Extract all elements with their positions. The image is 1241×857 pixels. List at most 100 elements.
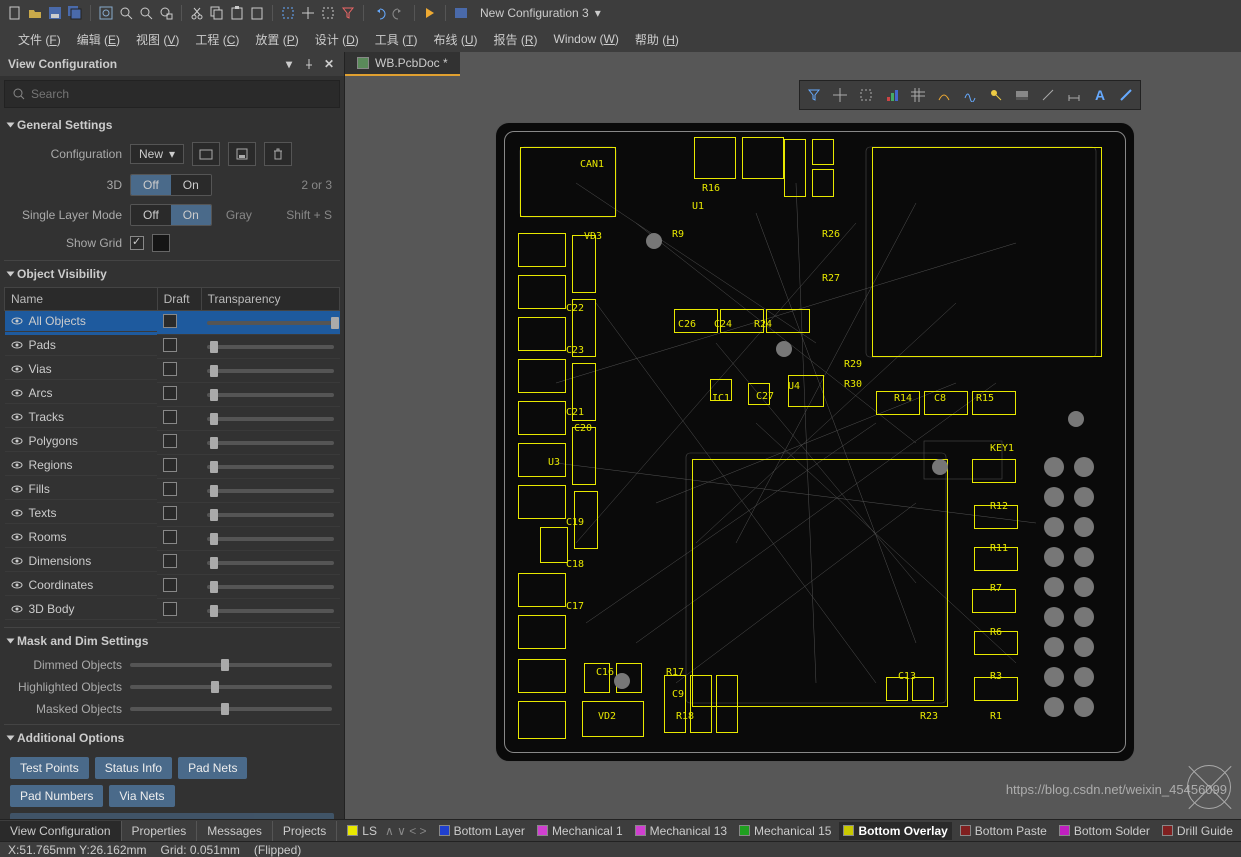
chip-pad-numbers[interactable]: Pad Numbers (10, 785, 103, 807)
menu-w[interactable]: Window (W) (546, 28, 627, 50)
draft-checkbox[interactable] (163, 530, 177, 544)
draft-checkbox[interactable] (163, 482, 177, 496)
measure-icon[interactable] (1036, 83, 1060, 107)
undo-icon[interactable] (370, 4, 388, 22)
crosshair-icon[interactable] (828, 83, 852, 107)
section-mask[interactable]: Mask and Dim Settings (4, 627, 340, 654)
bottom-tab-messages[interactable]: Messages (197, 821, 273, 841)
transparency-slider[interactable] (207, 393, 333, 397)
vis-row[interactable]: Fills (5, 479, 340, 503)
draft-checkbox[interactable] (163, 386, 177, 400)
view-config-icon[interactable] (452, 4, 470, 22)
panel-search[interactable] (4, 80, 340, 108)
draft-checkbox[interactable] (163, 458, 177, 472)
grid-color-swatch[interactable] (152, 234, 170, 252)
paste-icon[interactable] (228, 4, 246, 22)
save-icon[interactable] (46, 4, 64, 22)
draft-checkbox[interactable] (163, 314, 177, 328)
vis-row[interactable]: Regions (5, 455, 340, 479)
draft-checkbox[interactable] (163, 506, 177, 520)
chip-test-points[interactable]: Test Points (10, 757, 89, 779)
show-grid-checkbox[interactable] (130, 236, 144, 250)
paste-special-icon[interactable] (248, 4, 266, 22)
area-select-icon[interactable] (854, 83, 878, 107)
clear-filter-icon[interactable] (339, 4, 357, 22)
transparency-slider[interactable] (207, 561, 333, 565)
zoom-out-icon[interactable] (137, 4, 155, 22)
layer-bottom-solder[interactable]: Bottom Solder (1055, 824, 1154, 838)
transparency-slider[interactable] (207, 513, 333, 517)
new-icon[interactable] (6, 4, 24, 22)
move-icon[interactable] (299, 4, 317, 22)
layer-mechanical-15[interactable]: Mechanical 15 (735, 824, 835, 838)
section-additional[interactable]: Additional Options (4, 724, 340, 751)
pin-icon[interactable] (302, 57, 316, 71)
bottom-tab-properties[interactable]: Properties (122, 821, 198, 841)
menu-e[interactable]: 编辑 (E) (69, 27, 128, 52)
single-layer-toggle[interactable]: Off On (130, 204, 212, 226)
close-icon[interactable]: ✕ (322, 57, 336, 71)
chip-all-connections[interactable]: All Connections in Single Layer Mode (10, 813, 334, 819)
vis-row[interactable]: Rooms (5, 527, 340, 551)
chip-pad-nets[interactable]: Pad Nets (178, 757, 247, 779)
vis-row[interactable]: 3D Body (5, 599, 340, 623)
draft-checkbox[interactable] (163, 338, 177, 352)
vis-row[interactable]: Polygons (5, 431, 340, 455)
menu-v[interactable]: 视图 (V) (128, 27, 187, 52)
filter-icon[interactable] (802, 83, 826, 107)
bottom-tab-view-configuration[interactable]: View Configuration (0, 821, 122, 841)
align-icon[interactable] (880, 83, 904, 107)
zoom-fit-icon[interactable] (97, 4, 115, 22)
document-tab[interactable]: WB.PcbDoc * (345, 52, 460, 76)
zoom-selection-icon[interactable] (157, 4, 175, 22)
vis-row[interactable]: All Objects (5, 311, 340, 335)
three-d-off[interactable]: Off (131, 175, 171, 195)
text-icon[interactable]: A (1088, 83, 1112, 107)
dimensions-icon[interactable] (1062, 83, 1086, 107)
draft-checkbox[interactable] (163, 554, 177, 568)
draft-checkbox[interactable] (163, 578, 177, 592)
grid-icon[interactable] (906, 83, 930, 107)
draft-checkbox[interactable] (163, 362, 177, 376)
transparency-slider[interactable] (207, 321, 333, 325)
pcb-board[interactable]: CAN1U1R16C26C24R24U4C27R14C8R15IC1KEY1R1… (495, 122, 1135, 762)
chip-via-nets[interactable]: Via Nets (109, 785, 174, 807)
vis-row[interactable]: Pads (5, 335, 340, 359)
single-on[interactable]: On (171, 205, 211, 225)
layer-ls[interactable]: LS∧ ∨ < > (343, 824, 430, 838)
draft-checkbox[interactable] (163, 602, 177, 616)
vis-row[interactable]: Texts (5, 503, 340, 527)
three-d-on[interactable]: On (171, 175, 211, 195)
panel-menu-icon[interactable]: ▾ (282, 57, 296, 71)
col-name[interactable]: Name (5, 288, 158, 311)
menu-d[interactable]: 设计 (D) (307, 27, 367, 52)
configuration-dropdown[interactable]: New Configuration 3 ▾ (472, 5, 603, 21)
layer-bottom-paste[interactable]: Bottom Paste (956, 824, 1051, 838)
vis-row[interactable]: Arcs (5, 383, 340, 407)
line-icon[interactable] (1114, 83, 1138, 107)
transparency-slider[interactable] (207, 465, 333, 469)
menu-p[interactable]: 放置 (P) (247, 27, 306, 52)
menu-r[interactable]: 报告 (R) (486, 27, 546, 52)
draft-checkbox[interactable] (163, 434, 177, 448)
copy-icon[interactable] (208, 4, 226, 22)
col-transparency[interactable]: Transparency (201, 288, 339, 311)
layer-drill-guide[interactable]: Drill Guide (1158, 824, 1237, 838)
layer-icon[interactable] (1010, 83, 1034, 107)
transparency-slider[interactable] (207, 417, 333, 421)
transparency-slider[interactable] (207, 537, 333, 541)
vis-row[interactable]: Tracks (5, 407, 340, 431)
masked-slider[interactable] (130, 707, 332, 711)
open-icon[interactable] (26, 4, 44, 22)
menu-t[interactable]: 工具 (T) (367, 27, 426, 52)
three-d-toggle[interactable]: Off On (130, 174, 212, 196)
vis-row[interactable]: Coordinates (5, 575, 340, 599)
layer-mechanical-1[interactable]: Mechanical 1 (533, 824, 627, 838)
menu-u[interactable]: 布线 (U) (425, 27, 485, 52)
zoom-in-icon[interactable] (117, 4, 135, 22)
layer-bottom-overlay[interactable]: Bottom Overlay (839, 822, 951, 840)
menu-h[interactable]: 帮助 (H) (627, 27, 687, 52)
bottom-tab-projects[interactable]: Projects (273, 821, 337, 841)
dimmed-slider[interactable] (130, 663, 332, 667)
highlighted-slider[interactable] (130, 685, 332, 689)
